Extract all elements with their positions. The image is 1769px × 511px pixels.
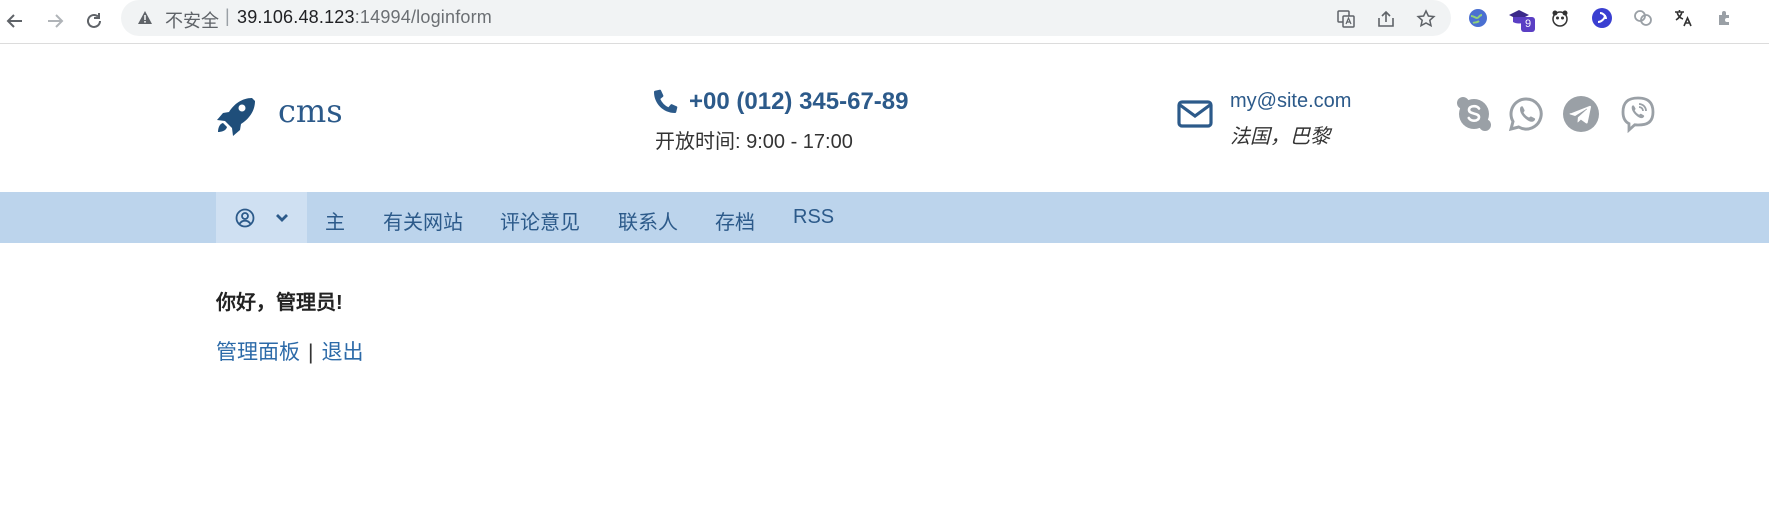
url-separator: |: [225, 6, 230, 26]
rocket-icon: [214, 94, 256, 141]
phone-number[interactable]: +00 (012) 345-67-89: [689, 88, 909, 116]
back-button[interactable]: [0, 6, 30, 36]
user-menu-toggle[interactable]: [216, 192, 307, 243]
chevron-down-icon: [275, 213, 288, 222]
nav-item-rss[interactable]: RSS: [793, 206, 834, 229]
nav-item-home[interactable]: 主: [325, 206, 345, 235]
envelope-icon: [1177, 100, 1213, 133]
nav-item-about[interactable]: 有关网站: [383, 206, 463, 235]
logout-link[interactable]: 退出: [321, 341, 363, 364]
admin-panel-link[interactable]: 管理面板: [216, 341, 300, 364]
panda-extension-icon[interactable]: [1547, 5, 1573, 31]
share-icon[interactable]: [1376, 9, 1396, 29]
reload-icon: [87, 13, 101, 28]
forward-arrow-icon: [48, 14, 64, 28]
forward-button[interactable]: [40, 6, 70, 36]
swirl-extension-icon[interactable]: [1589, 5, 1615, 31]
links-extension-icon[interactable]: [1630, 5, 1656, 31]
nav-item-feedback[interactable]: 评论意见: [500, 206, 580, 235]
bookmark-star-icon[interactable]: [1416, 9, 1436, 29]
puzzle-extension-icon[interactable]: [1712, 5, 1738, 31]
extension-badge: 9: [1521, 17, 1535, 32]
admin-links: 管理面板 | 退出: [216, 336, 363, 366]
viber-icon[interactable]: [1619, 95, 1657, 133]
reload-button[interactable]: [79, 6, 109, 36]
user-circle-icon: [235, 208, 254, 227]
nav-item-contacts[interactable]: 联系人: [618, 206, 678, 235]
nav-item-archive[interactable]: 存档: [715, 206, 755, 235]
site-brand[interactable]: cms: [278, 92, 343, 130]
skype-icon[interactable]: [1455, 95, 1493, 133]
browser-toolbar: 不安全 | 39.106.48.123:14994/loginform 9: [0, 0, 1769, 44]
translate-extension-icon[interactable]: [1670, 5, 1696, 31]
phone-icon: [653, 88, 679, 119]
location-text: 法国，巴黎: [1230, 126, 1330, 148]
email-link[interactable]: my@site.com: [1230, 90, 1351, 113]
opening-hours: 开放时间: 9:00 - 17:00: [655, 131, 853, 153]
address-bar[interactable]: 不安全 | 39.106.48.123:14994/loginform: [121, 0, 1451, 36]
translate-page-icon[interactable]: [1336, 9, 1356, 29]
url-path: :14994/loginform: [354, 7, 493, 27]
security-label[interactable]: 不安全: [165, 7, 219, 33]
globe-extension-icon[interactable]: [1465, 5, 1491, 31]
whatsapp-icon[interactable]: [1507, 95, 1545, 133]
back-arrow-icon: [6, 14, 22, 28]
main-navbar: 主 有关网站 评论意见 联系人 存档 RSS: [0, 192, 1769, 243]
url-host: 39.106.48.123: [237, 7, 355, 27]
greeting-text: 你好，管理员!: [216, 292, 343, 314]
url-text[interactable]: 39.106.48.123:14994/loginform: [237, 7, 492, 28]
warning-icon: [137, 10, 153, 30]
link-divider: |: [308, 341, 314, 364]
telegram-icon[interactable]: [1562, 95, 1600, 133]
